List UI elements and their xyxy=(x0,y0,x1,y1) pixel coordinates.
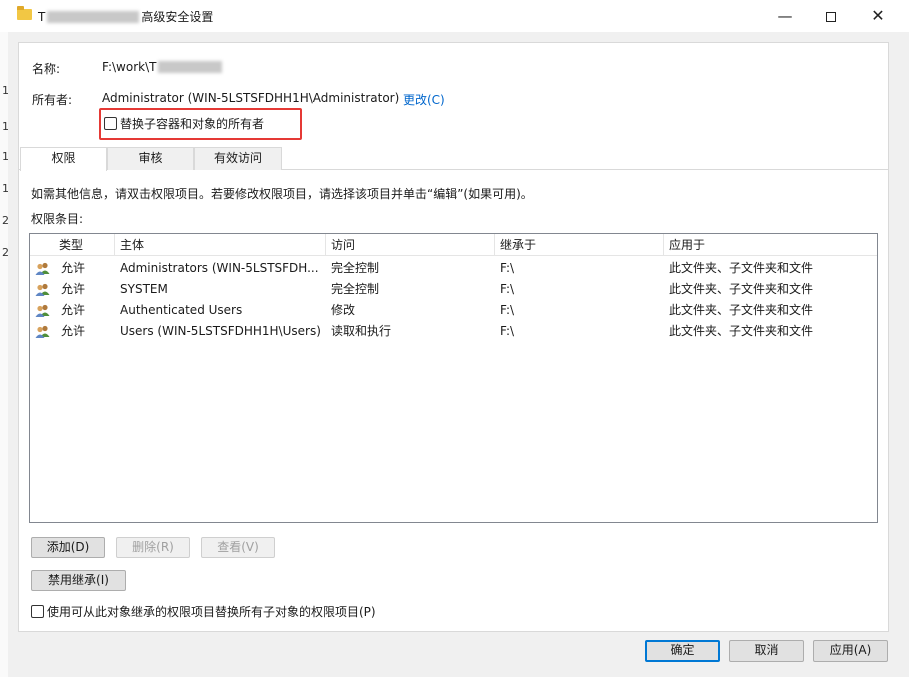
redacted-path xyxy=(47,11,140,23)
change-owner-link[interactable]: 更改(C) xyxy=(403,91,445,108)
column-header-principal[interactable]: 主体 xyxy=(115,234,326,256)
strip-char: 2 xyxy=(2,246,9,259)
cancel-button[interactable]: 取消 xyxy=(729,640,804,662)
title-bar: T 高级安全设置 — ✕ xyxy=(0,0,909,32)
table-row[interactable]: 允许 SYSTEM 完全控制 F:\ 此文件夹、子文件夹和文件 xyxy=(30,279,877,300)
table-row[interactable]: 允许 Administrators (WIN-5LSTSFDH... 完全控制 F:\… xyxy=(30,258,877,279)
permission-entries-list[interactable]: 类型 主体 访问 继承于 应用于 允许 Administrators (WIN-5… xyxy=(29,233,878,523)
cell-inherited: F:\ xyxy=(500,324,515,338)
cell-access: 完全控制 xyxy=(331,261,380,275)
cell-type: 允许 xyxy=(61,324,86,338)
column-header-type[interactable]: 类型 xyxy=(54,234,115,256)
cell-inherited: F:\ xyxy=(500,303,515,317)
cell-access: 完全控制 xyxy=(331,282,380,296)
users-group-icon xyxy=(35,283,50,296)
cell-principal: Administrators (WIN-5LSTSFDH... xyxy=(120,261,319,275)
replace-child-permissions-label[interactable]: 使用可从此对象继承的权限项目替换所有子对象的权限项目(P) xyxy=(47,603,376,620)
maximize-icon xyxy=(826,11,836,22)
replace-child-permissions-checkbox[interactable] xyxy=(31,605,44,618)
background-window-strip: 1 1 1 1 2 2 xyxy=(0,32,9,677)
strip-char: 1 xyxy=(2,150,9,163)
ok-button[interactable]: 确定 xyxy=(645,640,720,662)
table-row[interactable]: 允许 Users (WIN-5LSTSFDHH1H\Users) 读取和执行 F:\ 此… xyxy=(30,321,877,342)
cell-applies: 此文件夹、子文件夹和文件 xyxy=(669,303,814,317)
window-title-suffix: 高级安全设置 xyxy=(141,10,214,24)
name-value: F:\work\T xyxy=(102,60,223,74)
cell-principal: Users (WIN-5LSTSFDHH1H\Users) xyxy=(120,324,321,338)
cell-type: 允许 xyxy=(61,303,86,317)
cell-applies: 此文件夹、子文件夹和文件 xyxy=(669,324,814,338)
cell-inherited: F:\ xyxy=(500,282,515,296)
tab-effective-access[interactable]: 有效访问 xyxy=(194,147,282,170)
cell-applies: 此文件夹、子文件夹和文件 xyxy=(669,282,814,296)
minimize-button[interactable]: — xyxy=(762,0,808,32)
cell-type: 允许 xyxy=(61,282,86,296)
replace-owner-checkbox[interactable] xyxy=(104,117,117,130)
cell-applies: 此文件夹、子文件夹和文件 xyxy=(669,261,814,275)
cell-principal: SYSTEM xyxy=(120,282,168,296)
users-group-icon xyxy=(35,304,50,317)
apply-button[interactable]: 应用(A) xyxy=(813,640,888,662)
name-value-text: F:\work\T xyxy=(102,60,157,74)
cell-principal: Authenticated Users xyxy=(120,303,243,317)
disable-inheritance-button[interactable]: 禁用继承(I) xyxy=(31,570,126,591)
column-header-applies[interactable]: 应用于 xyxy=(664,234,834,256)
window-title-prefix: T xyxy=(38,10,46,24)
cell-access: 读取和执行 xyxy=(331,324,392,338)
remove-button[interactable]: 删除(R) xyxy=(116,537,190,558)
strip-char: 1 xyxy=(2,182,9,195)
users-group-icon xyxy=(35,262,50,275)
users-group-icon xyxy=(35,325,50,338)
name-label: 名称: xyxy=(32,62,61,76)
cell-access: 修改 xyxy=(331,303,356,317)
hint-text: 如需其他信息，请双击权限项目。若要修改权限项目，请选择该项目并单击“编辑”(如果… xyxy=(31,187,533,201)
view-button[interactable]: 查看(V) xyxy=(201,537,275,558)
tab-auditing[interactable]: 审核 xyxy=(107,147,194,170)
tab-permissions[interactable]: 权限 xyxy=(20,147,107,171)
window-title: T 高级安全设置 xyxy=(38,8,213,25)
table-row[interactable]: 允许 Authenticated Users 修改 F:\ 此文件夹、子文件夹和文件 xyxy=(30,300,877,321)
add-button[interactable]: 添加(D) xyxy=(31,537,105,558)
list-header: 类型 主体 访问 继承于 应用于 xyxy=(30,234,877,256)
maximize-button[interactable] xyxy=(808,0,854,32)
entries-label: 权限条目: xyxy=(31,212,84,226)
folder-icon xyxy=(17,6,32,20)
owner-label: 所有者: xyxy=(32,93,73,107)
close-button[interactable]: ✕ xyxy=(855,0,901,32)
cell-type: 允许 xyxy=(61,261,86,275)
strip-char: 1 xyxy=(2,84,9,97)
strip-char: 1 xyxy=(2,120,9,133)
column-header-access[interactable]: 访问 xyxy=(326,234,495,256)
owner-value: Administrator (WIN-5LSTSFDHH1H\Administr… xyxy=(102,91,400,105)
replace-owner-label[interactable]: 替换子容器和对象的所有者 xyxy=(120,115,264,132)
redacted-name xyxy=(158,61,223,73)
column-header-inherited[interactable]: 继承于 xyxy=(495,234,664,256)
strip-char: 2 xyxy=(2,214,9,227)
cell-inherited: F:\ xyxy=(500,261,515,275)
